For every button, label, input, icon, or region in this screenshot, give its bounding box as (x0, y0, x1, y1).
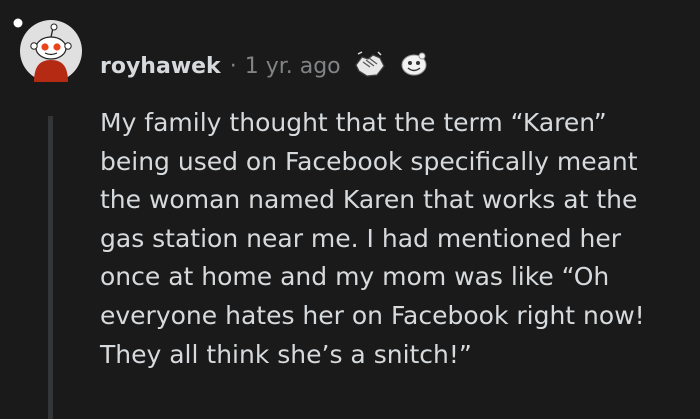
helpful-handshake-award-icon[interactable] (353, 49, 387, 83)
smile-award-icon[interactable] (399, 49, 429, 83)
username-link[interactable]: royhawek (100, 54, 221, 79)
avatar[interactable] (13, 18, 82, 82)
comment-meta: royhawek · 1 yr. ago (100, 48, 429, 84)
comment-line: They all think she’s a snitch!” (100, 339, 472, 369)
comment-body: My family thought that the term “Karen” … (100, 104, 690, 374)
comment-line: everyone hates her on Facebook right now… (100, 300, 645, 330)
comment-line: once at home and my mom was like “Oh (100, 262, 610, 292)
comment: royhawek · 1 yr. ago My family thought t… (0, 0, 700, 419)
comment-line: being used on Facebook specifically mean… (100, 146, 638, 176)
comment-line: gas station near me. I had mentioned her (100, 223, 622, 253)
thread-line[interactable] (48, 116, 53, 419)
timestamp[interactable]: 1 yr. ago (245, 54, 341, 79)
sparkle-icon (13, 18, 23, 28)
comment-line: the woman named Karen that works at the (100, 185, 638, 215)
comment-line: My family thought that the term “Karen” (100, 108, 607, 137)
separator: · (229, 53, 237, 79)
snoo-avatar-icon (20, 20, 82, 82)
